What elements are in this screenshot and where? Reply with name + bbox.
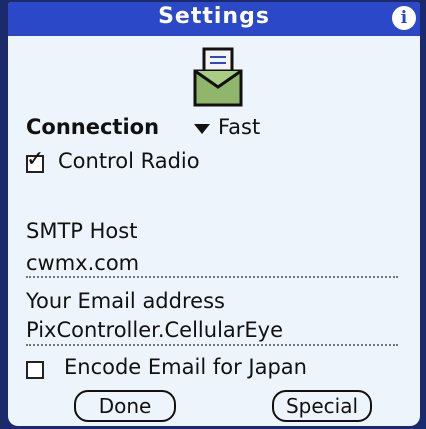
chevron-down-icon[interactable] [194,124,210,134]
smtp-host-input[interactable]: cwmx.com [26,251,139,275]
done-button[interactable]: Done [74,390,176,422]
control-radio-checkbox[interactable]: ✓ [26,149,44,173]
email-label: Your Email address [26,289,225,313]
special-button[interactable]: Special [272,390,372,422]
settings-screen: Settings i Connection Fast ✓ Control Rad… [8,2,420,426]
title-bar: Settings i [8,2,420,36]
email-input[interactable]: PixController.CellularEye [26,318,283,342]
smtp-host-label: SMTP Host [26,219,138,243]
connection-select[interactable]: Fast [218,115,260,139]
japan-label: Encode Email for Japan [64,355,307,379]
mail-app-icon [193,47,243,107]
japan-checkbox[interactable] [26,361,44,379]
connection-label: Connection [26,115,160,139]
info-icon[interactable]: i [392,6,416,30]
page-title: Settings [158,4,270,29]
email-underline [26,344,398,346]
smtp-host-underline [26,276,398,278]
control-radio-label: Control Radio [58,149,200,173]
checkmark-icon: ✓ [26,147,45,172]
